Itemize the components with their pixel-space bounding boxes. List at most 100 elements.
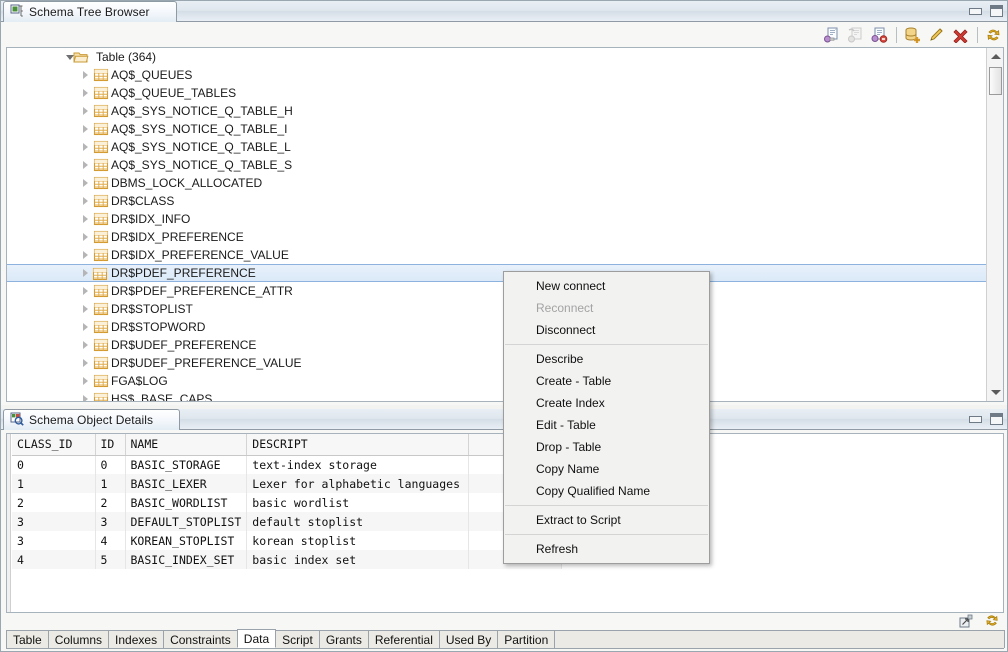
scroll-down-arrow-icon[interactable] <box>987 384 1003 401</box>
tree-item[interactable]: AQ$_SYS_NOTICE_Q_TABLE_H <box>7 102 986 120</box>
menu-item-drop-table[interactable]: Drop - Table <box>504 436 709 458</box>
menu-item-copy-qualified-name[interactable]: Copy Qualified Name <box>504 480 709 502</box>
tree-item-selected[interactable]: DR$PDEF_PREFERENCE <box>7 264 986 282</box>
column-header[interactable]: CLASS_ID <box>12 434 96 456</box>
menu-item-new-connect[interactable]: New connect <box>504 275 709 297</box>
scrollbar-thumb[interactable] <box>989 67 1002 95</box>
chevron-right-icon[interactable] <box>79 138 91 156</box>
table-row[interactable]: 4 5 BASIC_INDEX_SET basic index set <box>12 550 563 569</box>
tree-item[interactable]: AQ$_QUEUES <box>7 66 986 84</box>
table-cell[interactable]: BASIC_INDEX_SET <box>125 550 248 569</box>
tree-item[interactable]: FGA$LOG <box>7 372 986 390</box>
scroll-up-arrow-icon[interactable] <box>987 48 1003 65</box>
tree-item[interactable]: DBMS_LOCK_ALLOCATED <box>7 174 986 192</box>
minimize-button[interactable] <box>968 414 982 425</box>
menu-item-refresh[interactable]: Refresh <box>504 538 709 560</box>
maximize-results-icon[interactable] <box>959 614 974 631</box>
tree-item[interactable]: DR$UDEF_PREFERENCE_VALUE <box>7 354 986 372</box>
chevron-right-icon[interactable] <box>79 102 91 120</box>
table-cell[interactable]: default stoplist <box>246 512 470 531</box>
chevron-right-icon[interactable] <box>79 336 91 354</box>
menu-item-create-index[interactable]: Create Index <box>504 392 709 414</box>
tree-item[interactable]: DR$STOPWORD <box>7 318 986 336</box>
chevron-right-icon[interactable] <box>79 120 91 138</box>
maximize-button[interactable] <box>990 413 1003 425</box>
table-row[interactable]: 3 3 DEFAULT_STOPLIST default stoplist <box>12 512 563 531</box>
tab-used-by[interactable]: Used By <box>438 630 499 648</box>
table-cell[interactable]: BASIC_LEXER <box>125 474 248 493</box>
tree-item[interactable]: AQ$_SYS_NOTICE_Q_TABLE_S <box>7 156 986 174</box>
tab-constraints[interactable]: Constraints <box>163 630 238 648</box>
table-cell[interactable]: 2 <box>95 493 126 512</box>
chevron-right-icon[interactable] <box>79 354 91 372</box>
chevron-right-icon[interactable] <box>79 300 91 318</box>
table-cell[interactable]: 0 <box>12 455 96 474</box>
tab-partition[interactable]: Partition <box>497 630 556 648</box>
maximize-button[interactable] <box>990 5 1003 17</box>
chevron-right-icon[interactable] <box>79 265 91 281</box>
column-header[interactable]: ID <box>95 434 126 456</box>
table-cell[interactable]: 3 <box>12 512 96 531</box>
tab-schema-tree-browser[interactable]: Schema Tree Browser <box>3 1 177 22</box>
drop-table-icon[interactable] <box>950 25 972 45</box>
chevron-right-icon[interactable] <box>79 84 91 102</box>
table-cell[interactable]: 1 <box>95 474 126 493</box>
tab-grants[interactable]: Grants <box>318 630 369 648</box>
menu-item-disconnect[interactable]: Disconnect <box>504 319 709 341</box>
tree-item[interactable]: AQ$_SYS_NOTICE_Q_TABLE_I <box>7 120 986 138</box>
chevron-right-icon[interactable] <box>79 156 91 174</box>
tab-columns[interactable]: Columns <box>47 630 110 648</box>
table-cell[interactable]: 1 <box>12 474 96 493</box>
table-cell[interactable]: 3 <box>95 512 126 531</box>
new-connection-icon[interactable] <box>821 25 843 45</box>
chevron-right-icon[interactable] <box>79 210 91 228</box>
create-table-icon[interactable] <box>902 25 924 45</box>
table-cell[interactable]: 4 <box>12 550 96 569</box>
edit-table-icon[interactable] <box>926 25 948 45</box>
chevron-right-icon[interactable] <box>79 246 91 264</box>
chevron-right-icon[interactable] <box>79 174 91 192</box>
tab-script[interactable]: Script <box>275 630 320 648</box>
chevron-right-icon[interactable] <box>79 228 91 246</box>
table-cell[interactable]: 5 <box>95 550 126 569</box>
table-row[interactable]: 0 0 BASIC_STORAGE text-index storage <box>12 455 563 474</box>
chevron-right-icon[interactable] <box>79 372 91 390</box>
table-cell[interactable]: basic index set <box>246 550 470 569</box>
menu-item-edit-table[interactable]: Edit - Table <box>504 414 709 436</box>
table-row[interactable]: 3 4 KOREAN_STOPLIST korean stoplist <box>12 531 563 550</box>
menu-item-describe[interactable]: Describe <box>504 348 709 370</box>
table-cell[interactable]: basic wordlist <box>246 493 470 512</box>
chevron-right-icon[interactable] <box>79 282 91 300</box>
tree-root-table-folder[interactable]: Table (364) <box>7 48 986 66</box>
table-cell[interactable]: 3 <box>12 531 96 550</box>
table-cell[interactable]: BASIC_WORDLIST <box>125 493 248 512</box>
tab-table[interactable]: Table <box>6 630 49 648</box>
table-cell[interactable]: korean stoplist <box>246 531 470 550</box>
menu-item-extract-to-script[interactable]: Extract to Script <box>504 509 709 531</box>
tree-item[interactable]: DR$IDX_PREFERENCE <box>7 228 986 246</box>
tree-item[interactable]: DR$IDX_PREFERENCE_VALUE <box>7 246 986 264</box>
tree-item[interactable]: DR$CLASS <box>7 192 986 210</box>
tree-item[interactable]: HS$_BASE_CAPS <box>7 390 986 401</box>
menu-item-copy-name[interactable]: Copy Name <box>504 458 709 480</box>
disconnect-icon[interactable] <box>869 25 891 45</box>
table-cell[interactable]: text-index storage <box>246 455 470 474</box>
tab-schema-object-details[interactable]: Schema Object Details <box>3 409 181 430</box>
tree-item[interactable]: DR$STOPLIST <box>7 300 986 318</box>
refresh-icon[interactable] <box>984 613 1001 631</box>
menu-item-create-table[interactable]: Create - Table <box>504 370 709 392</box>
table-cell[interactable]: BASIC_STORAGE <box>125 455 248 474</box>
tree-item[interactable]: DR$UDEF_PREFERENCE <box>7 336 986 354</box>
minimize-button[interactable] <box>968 6 982 17</box>
tree-vertical-scrollbar[interactable] <box>986 48 1003 401</box>
table-cell[interactable]: 4 <box>95 531 126 550</box>
context-menu[interactable]: New connect Reconnect Disconnect Describe Cr… <box>503 271 710 564</box>
tab-indexes[interactable]: Indexes <box>108 630 165 648</box>
tab-data[interactable]: Data <box>236 629 277 648</box>
column-header[interactable]: DESCRIPT <box>246 434 470 456</box>
chevron-right-icon[interactable] <box>79 66 91 84</box>
table-cell[interactable]: 2 <box>12 493 96 512</box>
table-cell[interactable]: 0 <box>95 455 126 474</box>
tab-referential[interactable]: Referential <box>367 630 440 648</box>
tree-item[interactable]: DR$PDEF_PREFERENCE_ATTR <box>7 282 986 300</box>
